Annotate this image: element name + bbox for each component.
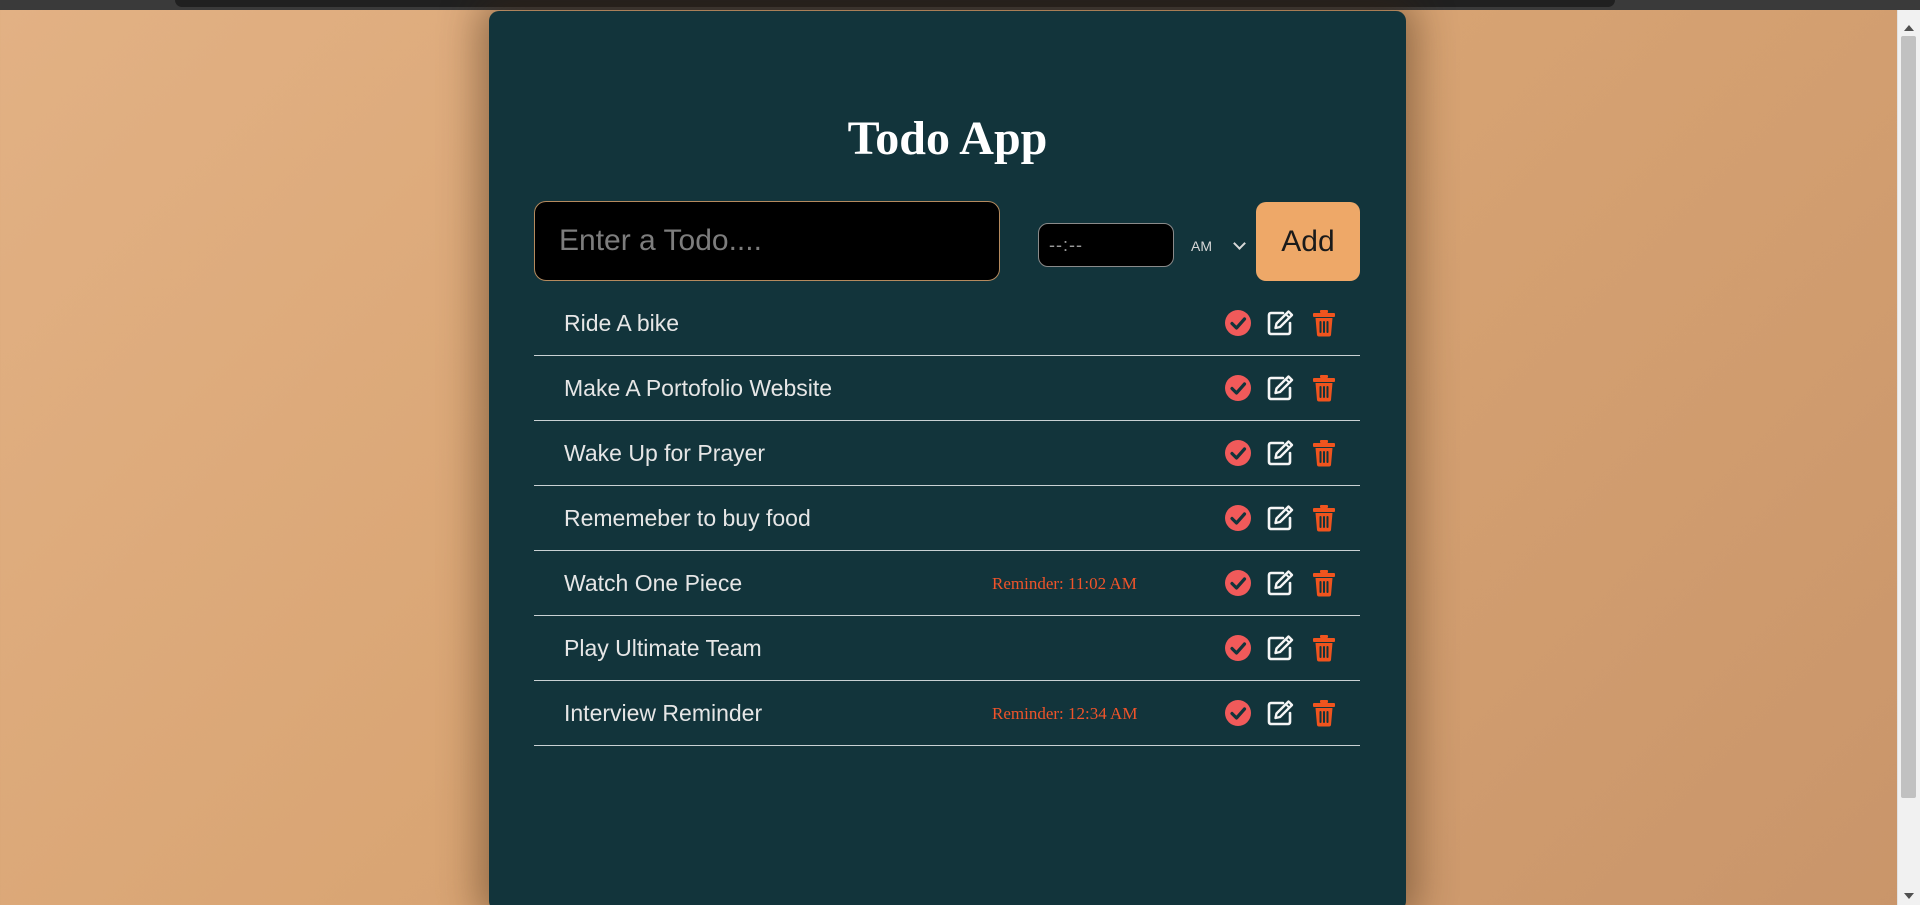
trash-icon — [1308, 570, 1340, 603]
browser-top-bar — [0, 0, 1920, 10]
add-button[interactable]: Add — [1256, 202, 1360, 281]
edit-button[interactable] — [1264, 372, 1296, 404]
chevron-down-icon — [1233, 237, 1246, 250]
delete-button[interactable] — [1308, 567, 1340, 599]
complete-button[interactable] — [1222, 372, 1254, 404]
edit-icon — [1264, 635, 1296, 668]
trash-icon — [1308, 310, 1340, 343]
todo-item: Wake Up for Prayer — [534, 421, 1360, 486]
delete-button[interactable] — [1308, 697, 1340, 729]
edit-button[interactable] — [1264, 697, 1296, 729]
todo-text: Make A Portofolio Website — [564, 375, 833, 401]
edit-icon — [1264, 505, 1296, 538]
check-circle-icon — [1222, 570, 1254, 603]
trash-icon — [1308, 700, 1340, 733]
complete-button[interactable] — [1222, 697, 1254, 729]
trash-icon — [1308, 635, 1340, 668]
todo-text: Play Ultimate Team — [564, 635, 762, 661]
scroll-up-arrow-icon[interactable] — [1904, 25, 1914, 31]
edit-button[interactable] — [1264, 502, 1296, 534]
check-circle-icon — [1222, 635, 1254, 668]
trash-icon — [1308, 375, 1340, 408]
check-circle-icon — [1222, 310, 1254, 343]
todo-item: Watch One Piece Reminder: 11:02 AM — [534, 551, 1360, 616]
page-scrollbar[interactable] — [1897, 10, 1920, 905]
delete-button[interactable] — [1308, 372, 1340, 404]
edit-button[interactable] — [1264, 437, 1296, 469]
todo-text: Watch One Piece — [564, 570, 743, 596]
check-circle-icon — [1222, 505, 1254, 538]
check-circle-icon — [1222, 375, 1254, 408]
reminder-text: Reminder: 11:02 AM — [992, 574, 1137, 593]
todo-input[interactable] — [534, 201, 1000, 281]
edit-button[interactable] — [1264, 307, 1296, 339]
edit-icon — [1264, 310, 1296, 343]
todo-card: Todo App --:-- AM Add Ride A bike Make A… — [489, 11, 1406, 905]
complete-button[interactable] — [1222, 632, 1254, 664]
todo-item: Ride A bike — [534, 291, 1360, 356]
scrollbar-thumb[interactable] — [1901, 36, 1916, 798]
complete-button[interactable] — [1222, 307, 1254, 339]
todo-text: Interview Reminder — [564, 700, 763, 726]
delete-button[interactable] — [1308, 502, 1340, 534]
todo-item: Play Ultimate Team — [534, 616, 1360, 681]
edit-icon — [1264, 440, 1296, 473]
todo-text: Ride A bike — [564, 310, 680, 336]
edit-button[interactable] — [1264, 632, 1296, 664]
check-circle-icon — [1222, 700, 1254, 733]
todo-text: Wake Up for Prayer — [564, 440, 766, 466]
todo-list: Ride A bike Make A Portofolio Website Wa… — [534, 291, 1360, 746]
reminder-text: Reminder: 12:34 AM — [992, 704, 1138, 723]
todo-item: Interview Reminder Reminder: 12:34 AM — [534, 681, 1360, 746]
todo-item: Make A Portofolio Website — [534, 356, 1360, 421]
edit-icon — [1264, 700, 1296, 733]
check-circle-icon — [1222, 440, 1254, 473]
edit-button[interactable] — [1264, 567, 1296, 599]
todo-text: Rememeber to buy food — [564, 505, 811, 531]
trash-icon — [1308, 505, 1340, 538]
ampm-select[interactable]: AM — [1191, 235, 1249, 257]
complete-button[interactable] — [1222, 567, 1254, 599]
todo-item: Rememeber to buy food — [534, 486, 1360, 551]
delete-button[interactable] — [1308, 307, 1340, 339]
trash-icon — [1308, 440, 1340, 473]
browser-tab-strip — [175, 0, 1615, 7]
complete-button[interactable] — [1222, 502, 1254, 534]
edit-icon — [1264, 375, 1296, 408]
delete-button[interactable] — [1308, 632, 1340, 664]
scroll-down-arrow-icon[interactable] — [1904, 893, 1914, 899]
complete-button[interactable] — [1222, 437, 1254, 469]
page-title: Todo App — [847, 112, 1048, 165]
edit-icon — [1264, 570, 1296, 603]
delete-button[interactable] — [1308, 437, 1340, 469]
time-input[interactable]: --:-- — [1038, 223, 1174, 267]
ampm-selected-value: AM — [1191, 238, 1212, 254]
